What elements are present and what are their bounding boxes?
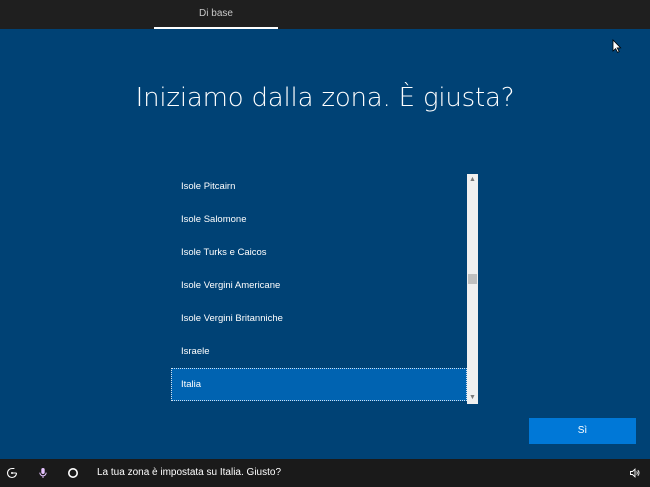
- list-item-label: Isole Salomone: [181, 214, 247, 225]
- list-item-label: Italia: [181, 379, 202, 390]
- list-item[interactable]: Isole Vergini Americane: [171, 269, 467, 302]
- list-item[interactable]: Isole Salomone: [171, 203, 467, 236]
- list-item[interactable]: Isole Turks e Caicos: [171, 236, 467, 269]
- list-item[interactable]: Israele: [171, 335, 467, 368]
- microphone-icon[interactable]: [37, 467, 49, 479]
- region-list[interactable]: Isole Pitcairn Isole Salomone Isole Turks …: [171, 174, 467, 404]
- mouse-cursor-icon: [612, 39, 622, 53]
- scroll-down-icon[interactable]: ▼: [467, 392, 478, 404]
- tab-label: Di base: [199, 8, 233, 19]
- bottom-bar: La tua zona è impostata su Italia. Giust…: [0, 459, 650, 487]
- top-bar: Di base: [0, 0, 650, 29]
- region-listbox[interactable]: Isole Pitcairn Isole Salomone Isole Turks …: [171, 174, 478, 404]
- status-text: La tua zona è impostata su Italia. Giust…: [97, 467, 281, 478]
- list-item[interactable]: Isole Pitcairn: [171, 174, 467, 203]
- tab-underline: [154, 27, 278, 29]
- list-item[interactable]: Italia: [171, 368, 467, 401]
- list-item-label: Isole Pitcairn: [181, 181, 236, 192]
- scroll-thumb[interactable]: [468, 274, 477, 284]
- page-title: Iniziamo dalla zona. È giusta?: [135, 83, 515, 113]
- list-item-label: Isole Vergini Britanniche: [181, 313, 283, 324]
- yes-button[interactable]: Sì: [529, 418, 636, 444]
- accessibility-icon[interactable]: [6, 467, 18, 479]
- tab-di-base[interactable]: Di base: [154, 0, 278, 29]
- list-item-label: Israele: [181, 346, 210, 357]
- cortana-icon[interactable]: [67, 467, 79, 479]
- list-item-label: Isole Turks e Caicos: [181, 247, 267, 258]
- scroll-up-icon[interactable]: ▲: [467, 174, 478, 186]
- speaker-icon[interactable]: [629, 467, 641, 479]
- list-item-label: Isole Vergini Americane: [181, 280, 281, 291]
- list-item[interactable]: Isole Vergini Britanniche: [171, 302, 467, 335]
- scrollbar[interactable]: ▲ ▼: [467, 174, 478, 404]
